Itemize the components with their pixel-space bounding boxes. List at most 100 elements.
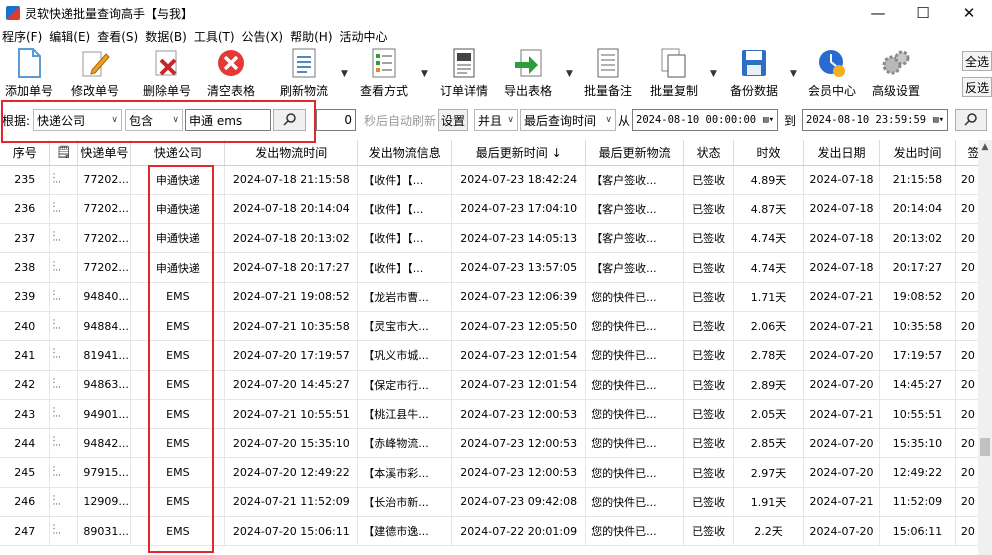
column-header-last-update-info[interactable]: 最后更新物流 (585, 140, 685, 166)
cell-send-info: 【本溪市彩... (357, 457, 453, 488)
column-header-courier[interactable]: 快递公司 (130, 140, 226, 166)
backup-dropdown-icon[interactable]: ▼ (790, 69, 797, 79)
member-center-button[interactable]: 会员中心 (808, 47, 856, 99)
menu-program[interactable]: 程序(F) (2, 28, 42, 45)
cell-send-info: 【桃江县牛... (357, 399, 453, 430)
cell-index: 245 (0, 457, 51, 488)
minimize-button[interactable]: — (855, 0, 901, 26)
cell-index: 246 (0, 487, 51, 518)
cell-last-update-info: 您的快件已... (585, 516, 685, 547)
order-detail-button[interactable]: 订单详情 (440, 47, 488, 99)
app-icon (6, 6, 20, 20)
menu-view[interactable]: 查看(S) (97, 28, 138, 45)
cell-note: : ··· (49, 165, 79, 195)
cell-status: 已签收 (683, 252, 735, 283)
batch-copy-button[interactable]: 批量复制 (650, 47, 698, 99)
clear-table-button[interactable]: 清空表格 (207, 47, 255, 99)
cell-duration: 2.85天 (733, 428, 805, 459)
scroll-up-icon[interactable]: ▲ (978, 142, 992, 152)
cell-tracking-number: 81941... (77, 340, 132, 371)
cell-send-clock: 11:52:09 (879, 487, 956, 518)
column-header-status[interactable]: 状态 (683, 140, 735, 166)
menu-tools[interactable]: 工具(T) (194, 28, 235, 45)
edit-number-button[interactable]: 修改单号 (71, 47, 119, 99)
cell-last-update-time: 2024-07-23 13:57:05 (451, 252, 587, 283)
cell-send-clock: 14:45:27 (879, 370, 956, 400)
menu-edit[interactable]: 编辑(E) (49, 28, 90, 45)
column-header-tracking-number[interactable]: 快递单号 (77, 140, 132, 166)
cell-send-info: 【收件】【... (357, 223, 453, 254)
backup-data-button[interactable]: 备份数据 (730, 47, 778, 99)
column-header-send-info[interactable]: 发出物流信息 (357, 140, 453, 166)
export-dropdown-icon[interactable]: ▼ (566, 69, 573, 79)
export-table-button[interactable]: 导出表格 (504, 47, 552, 99)
calendar-icon: ▤▾ (933, 115, 944, 125)
cell-last-update-time: 2024-07-23 09:42:08 (451, 487, 587, 518)
auto-refresh-seconds-input[interactable]: 0 (316, 109, 356, 131)
invert-selection-button[interactable]: 反选 (962, 77, 992, 97)
column-header-send-time[interactable]: 发出物流时间 (224, 140, 359, 166)
column-header-note[interactable]: 🗒 (49, 140, 79, 166)
cell-tracking-number: 94840... (77, 282, 132, 312)
cell-duration: 4.89天 (733, 165, 805, 195)
cell-send-time: 2024-07-20 14:45:27 (224, 370, 359, 400)
cell-index: 235 (0, 165, 51, 195)
from-datetime-picker[interactable]: 2024-08-10 00:00:00 ▤▾ (632, 109, 778, 131)
cell-send-date: 2024-07-18 (803, 165, 880, 195)
close-button[interactable]: ✕ (946, 0, 992, 26)
cell-send-info: 【建德市逸... (357, 516, 453, 547)
time-search-button[interactable] (955, 109, 987, 131)
refresh-dropdown-icon[interactable]: ▼ (341, 69, 348, 79)
cell-last-update-info: 【客户签收... (585, 252, 685, 283)
cell-note: : ··· (49, 252, 79, 283)
view-mode-button[interactable]: 查看方式 (360, 47, 408, 99)
cell-duration: 2.2天 (733, 516, 805, 547)
cell-last-update-time: 2024-07-23 14:05:13 (451, 223, 587, 254)
cell-send-info: 【长治市新... (357, 487, 453, 518)
cell-send-time: 2024-07-21 10:55:51 (224, 399, 359, 430)
cell-send-clock: 15:06:11 (879, 516, 956, 547)
menu-data[interactable]: 数据(B) (145, 28, 187, 45)
cell-note: : ··· (49, 311, 79, 342)
column-header-last-update-time[interactable]: 最后更新时间 ↓ (451, 140, 587, 166)
column-header-index[interactable]: 序号 (0, 140, 51, 166)
cell-index: 238 (0, 252, 51, 283)
column-header-send-date[interactable]: 发出日期 (803, 140, 880, 166)
cell-send-time: 2024-07-20 15:06:11 (224, 516, 359, 547)
window-title: 灵软快递批量查询高手【与我】 (25, 6, 194, 21)
add-number-button[interactable]: 添加单号 (5, 47, 53, 99)
to-datetime-picker[interactable]: 2024-08-10 23:59:59 ▤▾ (802, 109, 948, 131)
cell-duration: 2.06天 (733, 311, 805, 342)
menu-notice[interactable]: 公告(X) (242, 28, 284, 45)
delete-number-button[interactable]: 删除单号 (143, 47, 191, 99)
cell-last-update-info: 您的快件已... (585, 428, 685, 459)
batch-remark-button[interactable]: 批量备注 (584, 47, 632, 99)
cell-status: 已签收 (683, 399, 735, 430)
column-header-send-clock[interactable]: 发出时间 (879, 140, 956, 166)
select-all-button[interactable]: 全选 (962, 51, 992, 71)
column-header-duration[interactable]: 时效 (733, 140, 805, 166)
view-dropdown-icon[interactable]: ▼ (421, 69, 428, 79)
cell-duration: 2.97天 (733, 457, 805, 488)
cell-send-time: 2024-07-18 21:15:58 (224, 165, 359, 195)
refresh-logistics-button[interactable]: 刷新物流 (280, 47, 328, 99)
cell-send-clock: 10:55:51 (879, 399, 956, 430)
cell-send-date: 2024-07-21 (803, 311, 880, 342)
cell-tracking-number: 89031... (77, 516, 132, 547)
maximize-button[interactable]: ☐ (900, 0, 946, 26)
cell-index: 241 (0, 340, 51, 371)
vertical-scrollbar[interactable]: ▲ (978, 140, 992, 555)
time-field-select[interactable]: 最后查询时间 ∨ (520, 109, 616, 131)
cell-send-info: 【龙岩市曹... (357, 282, 453, 312)
filter-highlight-box (1, 100, 316, 143)
advanced-settings-button[interactable]: 高级设置 (872, 47, 920, 99)
cell-last-update-time: 2024-07-23 12:05:50 (451, 311, 587, 342)
logic-select[interactable]: 并且 ∨ (474, 109, 518, 131)
cell-send-clock: 17:19:57 (879, 340, 956, 371)
copy-dropdown-icon[interactable]: ▼ (710, 69, 717, 79)
settings-button[interactable]: 设置 (438, 109, 468, 131)
menu-activity[interactable]: 活动中心 (340, 28, 388, 45)
menu-help[interactable]: 帮助(H) (290, 28, 332, 45)
scrollbar-thumb[interactable] (980, 438, 990, 456)
cell-send-time: 2024-07-18 20:17:27 (224, 252, 359, 283)
